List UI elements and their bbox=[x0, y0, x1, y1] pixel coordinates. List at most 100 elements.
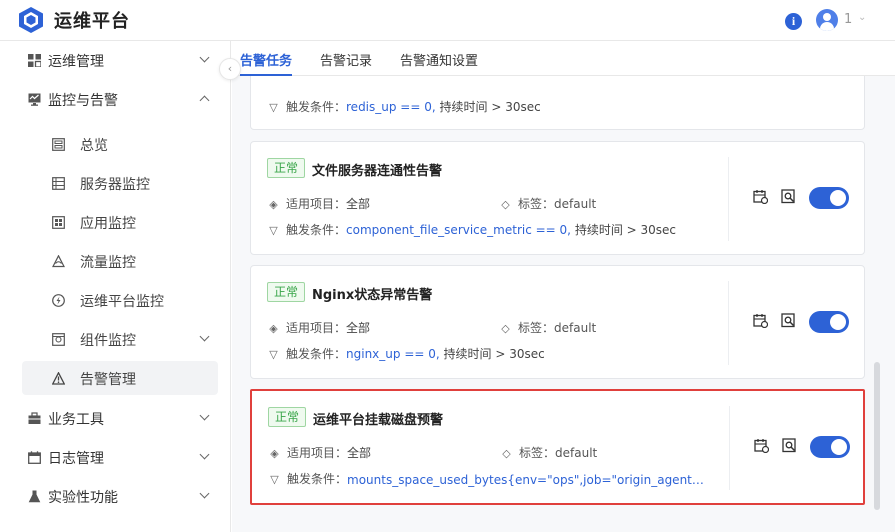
status-badge: 正常 bbox=[268, 407, 307, 427]
sidebar-item-overview[interactable]: 总览 bbox=[22, 127, 218, 161]
view-detail-icon[interactable] bbox=[781, 189, 796, 204]
alert-card-highlighted: 正常 运维平台挂载磁盘预警 ◈ 适用项目：全部 ◇ 标签：default ▽ 触发条件… bbox=[250, 389, 865, 505]
tag-label: 标签： bbox=[519, 446, 556, 460]
tab-bar: 告警任务 告警记录 告警通知设置 bbox=[232, 41, 895, 76]
chevron-down-icon bbox=[199, 331, 210, 342]
user-name[interactable]: 1 bbox=[844, 12, 852, 27]
sidebar-item-alert-management[interactable]: 告警管理 bbox=[22, 361, 218, 395]
filter-icon: ▽ bbox=[269, 348, 278, 361]
user-avatar[interactable] bbox=[816, 9, 838, 31]
sidebar-item-business-tools[interactable]: 业务工具 bbox=[22, 401, 218, 435]
tag-label: 标签： bbox=[518, 321, 555, 335]
tab-alert-tasks[interactable]: 告警任务 bbox=[240, 50, 293, 76]
tab-alert-notification-settings[interactable]: 告警通知设置 bbox=[400, 50, 478, 76]
sidebar-item-ops-management[interactable]: 运维管理 bbox=[22, 43, 218, 77]
tag-icon: ◇ bbox=[501, 198, 510, 211]
card-actions bbox=[752, 436, 852, 458]
schedule-icon[interactable] bbox=[754, 438, 769, 453]
scope-label: 适用项目： bbox=[286, 197, 347, 211]
enable-toggle[interactable] bbox=[809, 311, 849, 333]
flask-icon bbox=[28, 490, 41, 503]
schedule-icon[interactable] bbox=[753, 313, 768, 328]
sidebar-item-label: 实验性功能 bbox=[48, 490, 118, 506]
status-badge: 正常 bbox=[267, 158, 306, 178]
tag-row: ◇ 标签：default bbox=[499, 319, 596, 336]
sidebar: 运维管理 监控与告警 总览 服务器监控 应用监控 流量监控 运维平台监控 组件监… bbox=[0, 41, 231, 532]
sidebar-item-server-monitor[interactable]: 服务器监控 bbox=[22, 166, 218, 200]
alert-card-partial: ▽ 触发条件：redis_up == 0, 持续时间 > 30sec bbox=[250, 76, 865, 130]
chevron-down-icon bbox=[199, 449, 210, 460]
scope-row: ◈ 适用项目：全部 bbox=[267, 319, 370, 336]
card-actions bbox=[751, 311, 851, 333]
trigger-condition: mounts_space_used_bytes{env="ops",job="o… bbox=[347, 473, 709, 487]
sidebar-item-label: 日志管理 bbox=[48, 451, 104, 467]
tag-icon: ◇ bbox=[501, 322, 510, 335]
trigger-label: 触发条件： bbox=[286, 223, 347, 237]
scope-value: 全部 bbox=[346, 321, 371, 335]
layers-icon: ◈ bbox=[269, 198, 278, 211]
chevron-down-icon bbox=[199, 410, 210, 421]
scrollbar[interactable] bbox=[874, 362, 880, 510]
sidebar-item-label: 业务工具 bbox=[48, 412, 104, 428]
tab-alert-records[interactable]: 告警记录 bbox=[320, 50, 372, 76]
schedule-icon[interactable] bbox=[753, 189, 768, 204]
app-logo-icon bbox=[19, 7, 43, 33]
enable-toggle[interactable] bbox=[809, 187, 849, 209]
scope-value: 全部 bbox=[346, 197, 371, 211]
enable-toggle[interactable] bbox=[810, 436, 850, 458]
trigger-row: ▽ 触发条件：nginx_up == 0, 持续时间 > 30sec bbox=[267, 345, 544, 362]
tag-value: default bbox=[554, 321, 597, 335]
tag-row: ◇ 标签：default bbox=[500, 444, 597, 461]
view-detail-icon[interactable] bbox=[782, 438, 797, 453]
chevron-down-icon bbox=[199, 52, 210, 63]
info-icon[interactable]: i bbox=[785, 13, 802, 30]
sidebar-item-platform-monitor[interactable]: 运维平台监控 bbox=[22, 283, 218, 317]
sidebar-item-label: 流量监控 bbox=[80, 255, 136, 271]
alert-title: 运维平台挂载磁盘预警 bbox=[313, 413, 444, 428]
tag-row: ◇ 标签：default bbox=[499, 195, 596, 212]
traffic-icon bbox=[52, 255, 65, 268]
sidebar-item-component-monitor[interactable]: 组件监控 bbox=[22, 322, 218, 356]
card-actions bbox=[751, 187, 851, 209]
scope-label: 适用项目： bbox=[286, 321, 347, 335]
divider bbox=[728, 281, 729, 365]
chevron-down-icon[interactable]: ⌄ bbox=[858, 12, 866, 23]
divider bbox=[728, 157, 729, 241]
alert-card: 正常 文件服务器连通性告警 ◈ 适用项目：全部 ◇ 标签：default ▽ 触发条件… bbox=[250, 141, 865, 255]
sidebar-item-monitoring[interactable]: 监控与告警 bbox=[22, 82, 218, 116]
trigger-duration: 持续时间 > 30sec bbox=[439, 100, 541, 114]
alert-card: 正常 Nginx状态异常告警 ◈ 适用项目：全部 ◇ 标签：default ▽ 触发条… bbox=[250, 265, 865, 379]
sidebar-item-label: 告警管理 bbox=[80, 372, 136, 388]
chevron-down-icon bbox=[199, 488, 210, 499]
sidebar-item-label: 总览 bbox=[80, 138, 108, 154]
trigger-row: ▽ 触发条件：redis_up == 0, 持续时间 > 30sec bbox=[267, 98, 541, 115]
server-icon bbox=[52, 177, 65, 190]
grid-icon bbox=[28, 54, 41, 67]
calendar-icon bbox=[28, 451, 41, 464]
sidebar-item-label: 运维平台监控 bbox=[80, 294, 164, 310]
sidebar-item-traffic-monitor[interactable]: 流量监控 bbox=[22, 244, 218, 278]
component-icon bbox=[52, 333, 65, 346]
status-badge: 正常 bbox=[267, 282, 306, 302]
view-detail-icon[interactable] bbox=[781, 313, 796, 328]
collapse-sidebar-button[interactable]: ‹ bbox=[219, 58, 241, 80]
trigger-row: ▽ 触发条件：component_file_service_metric == 0… bbox=[267, 221, 676, 238]
tag-icon: ◇ bbox=[502, 447, 511, 460]
trigger-label: 触发条件： bbox=[286, 347, 347, 361]
sidebar-item-label: 监控与告警 bbox=[48, 93, 118, 109]
sidebar-item-label: 运维管理 bbox=[48, 54, 104, 70]
sidebar-item-log-management[interactable]: 日志管理 bbox=[22, 440, 218, 474]
scope-value: 全部 bbox=[347, 446, 372, 460]
sidebar-item-label: 服务器监控 bbox=[80, 177, 150, 193]
alert-title: 文件服务器连通性告警 bbox=[312, 164, 443, 179]
scope-row: ◈ 适用项目：全部 bbox=[268, 444, 371, 461]
sidebar-item-app-monitor[interactable]: 应用监控 bbox=[22, 205, 218, 239]
top-bar: 运维平台 i 1 ⌄ bbox=[0, 0, 895, 41]
filter-icon: ▽ bbox=[269, 224, 278, 237]
sidebar-item-experimental[interactable]: 实验性功能 bbox=[22, 479, 218, 513]
alert-task-list: ▽ 触发条件：redis_up == 0, 持续时间 > 30sec 正常 文件服… bbox=[232, 76, 895, 532]
trigger-label: 触发条件： bbox=[287, 472, 348, 486]
monitor-icon bbox=[28, 93, 41, 106]
overview-icon bbox=[52, 138, 65, 151]
chevron-up-icon bbox=[199, 95, 210, 106]
